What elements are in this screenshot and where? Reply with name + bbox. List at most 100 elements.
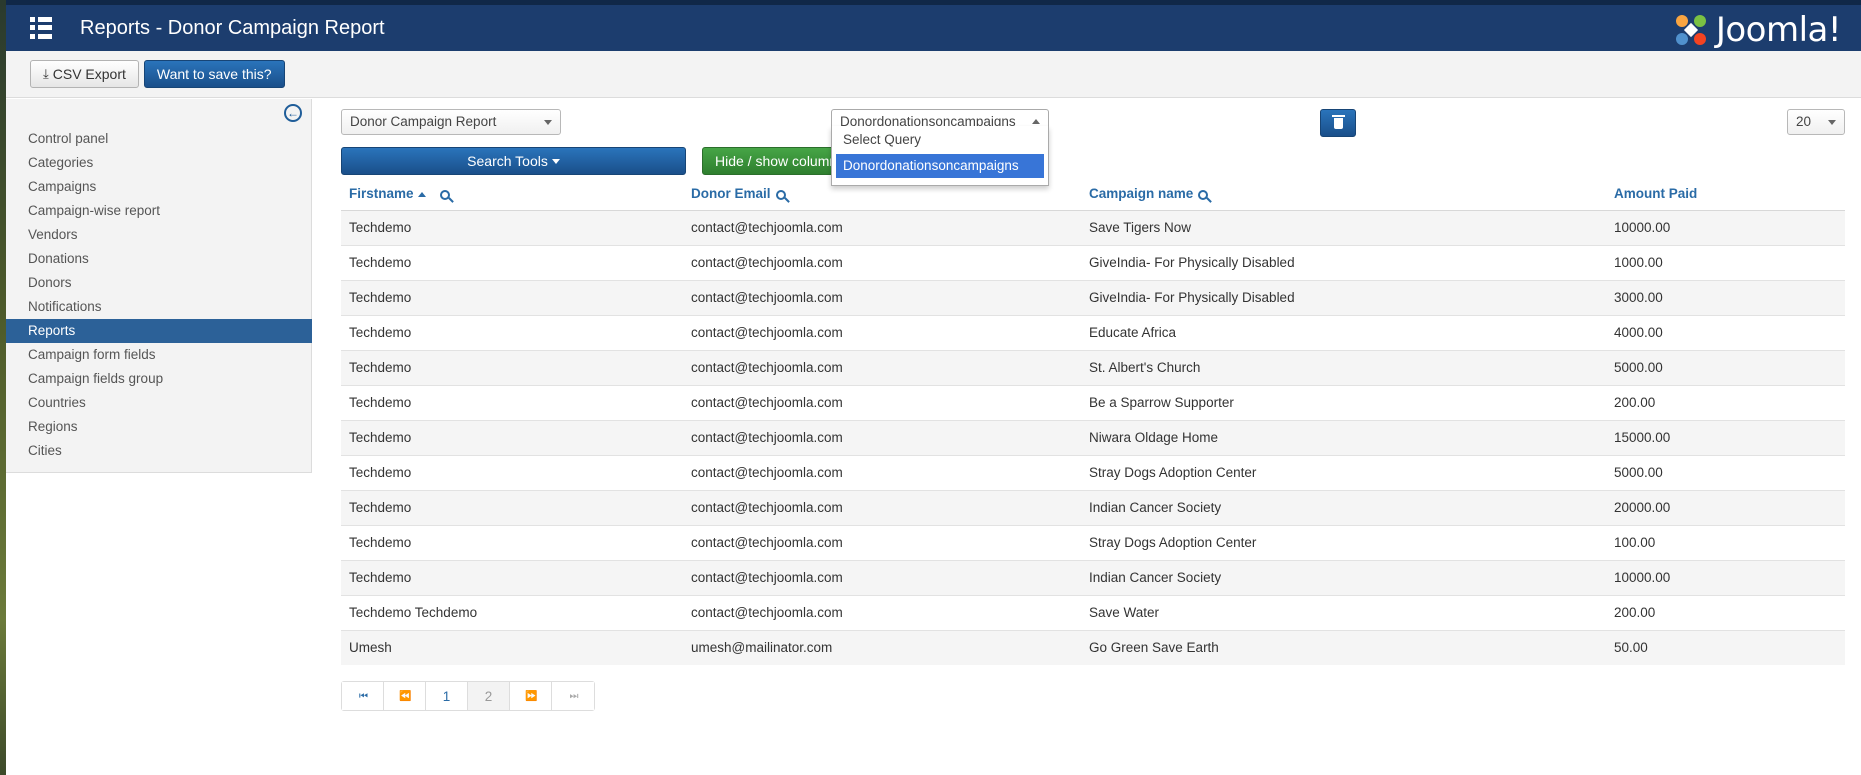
- chevron-up-icon: [1032, 119, 1040, 124]
- donor-email-cell: contact@techjoomla.com: [683, 314, 1081, 350]
- firstname-cell: Umesh: [341, 629, 683, 665]
- column-header-firstname[interactable]: Firstname: [341, 178, 683, 211]
- delete-query-button[interactable]: [1320, 109, 1356, 137]
- query-option-select-query[interactable]: Select Query: [836, 128, 1044, 152]
- sort-asc-icon: [417, 192, 426, 198]
- column-header-campaign-name[interactable]: Campaign name: [1081, 178, 1606, 211]
- sidebar-item-campaigns[interactable]: Campaigns: [6, 175, 312, 199]
- firstname-cell: Techdemo: [341, 314, 683, 350]
- toolbar: ⤓ CSV Export Want to save this?: [6, 51, 1861, 98]
- sidebar-item-campaign-wise-report[interactable]: Campaign-wise report: [6, 199, 312, 223]
- search-icon[interactable]: [439, 189, 450, 200]
- chevron-down-icon: [544, 120, 552, 125]
- sidebar-nav: Control panel Categories Campaigns Campa…: [6, 127, 312, 463]
- sidebar-item-donors[interactable]: Donors: [6, 271, 312, 295]
- amount-paid-cell: 10000.00: [1606, 209, 1845, 245]
- table-row: Techdemo contact@techjoomla.com Stray Dogs…: [341, 454, 1845, 490]
- joomla-logo-icon: [1675, 15, 1706, 45]
- sidebar-item-regions[interactable]: Regions: [6, 415, 312, 439]
- search-icon[interactable]: [775, 189, 786, 200]
- donor-email-cell: contact@techjoomla.com: [683, 279, 1081, 315]
- list-icon[interactable]: [30, 17, 52, 39]
- campaign-name-cell: St. Albert's Church: [1081, 349, 1606, 385]
- table-row: Techdemo contact@techjoomla.com Be a Sparr…: [341, 384, 1845, 420]
- collapse-sidebar-icon[interactable]: ←: [284, 104, 302, 122]
- campaign-name-cell: Stray Dogs Adoption Center: [1081, 454, 1606, 490]
- sidebar-item-cities[interactable]: Cities: [6, 439, 312, 463]
- table-row: Techdemo contact@techjoomla.com Indian Can…: [341, 489, 1845, 525]
- last-page-button: ⏭: [552, 682, 594, 710]
- donor-email-cell: contact@techjoomla.com: [683, 524, 1081, 560]
- campaign-name-cell: GiveIndia- For Physically Disabled: [1081, 279, 1606, 315]
- column-header-amount-paid[interactable]: Amount Paid: [1606, 178, 1845, 211]
- first-page-button[interactable]: ⏮: [342, 682, 384, 710]
- list-limit-select[interactable]: 20: [1787, 109, 1845, 135]
- first-page-icon: ⏮: [359, 690, 368, 702]
- firstname-cell: Techdemo: [341, 489, 683, 525]
- report-select[interactable]: Donor Campaign Report: [341, 109, 561, 135]
- donor-email-cell: contact@techjoomla.com: [683, 384, 1081, 420]
- pagination: ⏮ ⏪ 1 2 ⏩ ⏭: [341, 681, 595, 711]
- query-option-donordonationsoncampaigns[interactable]: Donordonationsoncampaigns: [836, 154, 1044, 178]
- sidebar-item-campaign-fields-group[interactable]: Campaign fields group: [6, 367, 312, 391]
- hide-show-columns-button[interactable]: Hide / show columns: [702, 147, 834, 175]
- table-row: Techdemo contact@techjoomla.com GiveIndia-…: [341, 279, 1845, 315]
- table-row: Umesh umesh@mailinator.com Go Green Save E…: [341, 629, 1845, 665]
- search-icon[interactable]: [1198, 189, 1209, 200]
- search-tools-button[interactable]: Search Tools: [341, 147, 686, 175]
- trash-icon: [1331, 114, 1345, 129]
- amount-paid-cell: 4000.00: [1606, 314, 1845, 350]
- campaign-name-cell: GiveIndia- For Physically Disabled: [1081, 244, 1606, 280]
- want-to-save-button[interactable]: Want to save this?: [143, 60, 285, 88]
- campaign-name-cell: Stray Dogs Adoption Center: [1081, 524, 1606, 560]
- joomla-wordmark: Joomla!: [1715, 10, 1842, 50]
- donor-email-cell: contact@techjoomla.com: [683, 209, 1081, 245]
- sidebar-item-vendors[interactable]: Vendors: [6, 223, 312, 247]
- campaign-name-cell: Indian Cancer Society: [1081, 559, 1606, 595]
- firstname-cell: Techdemo: [341, 279, 683, 315]
- amount-paid-cell: 50.00: [1606, 629, 1845, 665]
- firstname-cell: Techdemo: [341, 419, 683, 455]
- firstname-cell: Techdemo: [341, 524, 683, 560]
- campaign-name-cell: Be a Sparrow Supporter: [1081, 384, 1606, 420]
- firstname-cell: Techdemo: [341, 209, 683, 245]
- page-1-button[interactable]: 1: [426, 682, 468, 710]
- csv-export-button[interactable]: ⤓ CSV Export: [30, 60, 139, 88]
- campaign-name-cell: Go Green Save Earth: [1081, 629, 1606, 665]
- donor-email-cell: contact@techjoomla.com: [683, 454, 1081, 490]
- amount-paid-cell: 10000.00: [1606, 559, 1845, 595]
- table-row: Techdemo contact@techjoomla.com Niwara Old…: [341, 419, 1845, 455]
- table-row: Techdemo contact@techjoomla.com Indian Can…: [341, 559, 1845, 595]
- donor-email-cell: contact@techjoomla.com: [683, 559, 1081, 595]
- admin-header: Reports - Donor Campaign Report Joomla!: [6, 0, 1861, 51]
- sidebar: ← Control panel Categories Campaigns Cam…: [6, 99, 312, 473]
- caret-down-icon: [551, 158, 560, 164]
- donor-email-cell: contact@techjoomla.com: [683, 244, 1081, 280]
- donor-email-cell: contact@techjoomla.com: [683, 594, 1081, 630]
- page-title: Reports - Donor Campaign Report: [80, 16, 385, 39]
- page-2-button: 2: [468, 682, 510, 710]
- amount-paid-cell: 5000.00: [1606, 454, 1845, 490]
- table-header-row: Firstname Donor Email Campaign name Amou…: [341, 178, 1845, 211]
- amount-paid-cell: 200.00: [1606, 384, 1845, 420]
- download-icon: ⤓: [43, 66, 49, 81]
- sidebar-item-notifications[interactable]: Notifications: [6, 295, 312, 319]
- previous-page-button[interactable]: ⏪: [384, 682, 426, 710]
- campaign-name-cell: Niwara Oldage Home: [1081, 419, 1606, 455]
- previous-page-icon: ⏪: [399, 690, 412, 702]
- firstname-cell: Techdemo: [341, 349, 683, 385]
- amount-paid-cell: 3000.00: [1606, 279, 1845, 315]
- sidebar-item-control-panel[interactable]: Control panel: [6, 127, 312, 151]
- table-row: Techdemo contact@techjoomla.com Stray Dogs…: [341, 524, 1845, 560]
- query-dropdown-list: Select Query Donordonationsoncampaigns: [831, 126, 1049, 186]
- amount-paid-cell: 1000.00: [1606, 244, 1845, 280]
- sidebar-item-reports[interactable]: Reports: [6, 319, 312, 343]
- amount-paid-cell: 15000.00: [1606, 419, 1845, 455]
- sidebar-item-categories[interactable]: Categories: [6, 151, 312, 175]
- sidebar-item-countries[interactable]: Countries: [6, 391, 312, 415]
- sidebar-item-campaign-form-fields[interactable]: Campaign form fields: [6, 343, 312, 367]
- sidebar-item-donations[interactable]: Donations: [6, 247, 312, 271]
- joomla-logo[interactable]: Joomla!: [1672, 10, 1842, 50]
- report-table-body: Techdemo contact@techjoomla.com Save Tiger…: [341, 209, 1845, 665]
- table-row: Techdemo contact@techjoomla.com Educate Af…: [341, 314, 1845, 350]
